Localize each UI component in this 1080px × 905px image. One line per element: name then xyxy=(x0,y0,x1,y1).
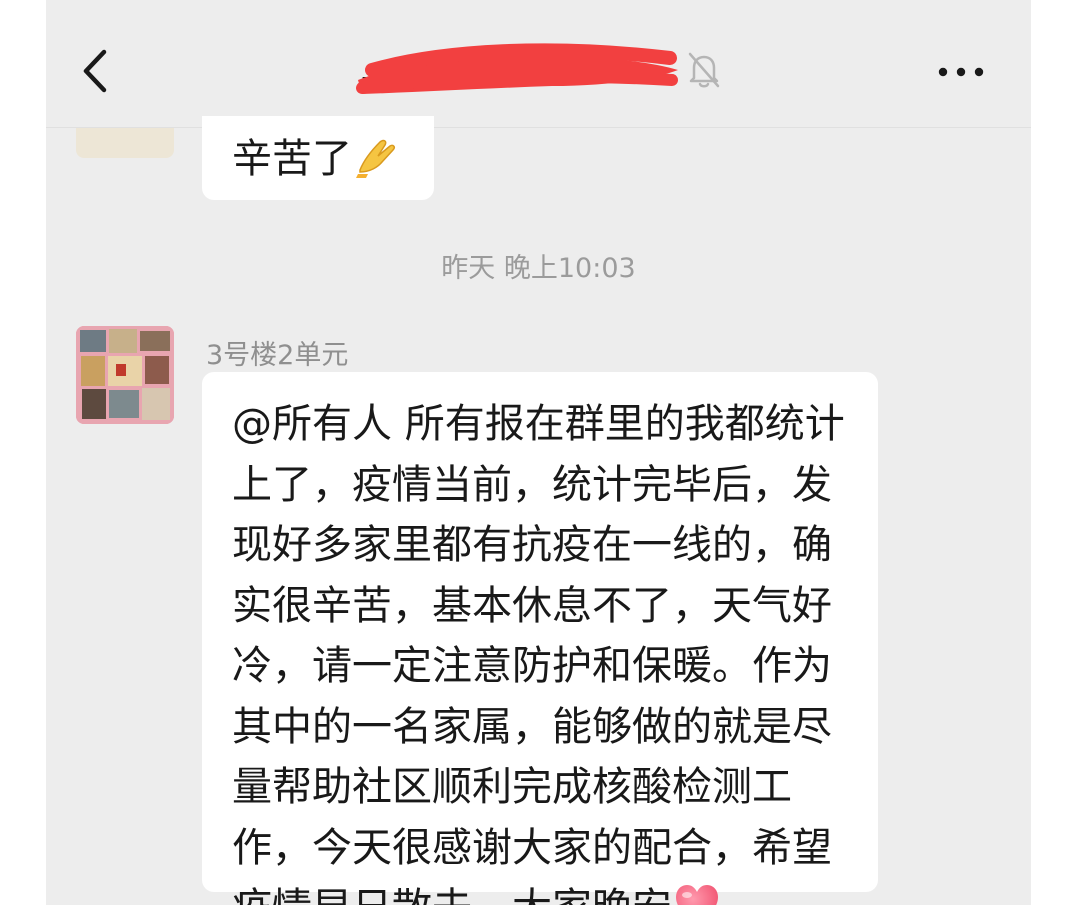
chat-header: … xyxy=(46,0,1031,128)
message-text: 辛苦了 xyxy=(232,136,352,182)
avatar[interactable] xyxy=(76,128,174,158)
message-line: @所有人 所有报在群里的我都统计 xyxy=(232,401,845,447)
message-text-wrap: 辛苦了 xyxy=(232,132,400,184)
sender-name: 3号楼2单元 xyxy=(206,340,349,371)
message-line: 作，今天很感谢大家的配合，希望 xyxy=(232,824,832,871)
message-bubble[interactable]: 辛苦了 xyxy=(202,116,434,200)
redaction-scribble xyxy=(356,43,678,94)
message-line: 实很辛苦，基本休息不了，天气好 xyxy=(232,582,832,629)
more-dots-icon[interactable] xyxy=(936,54,986,90)
message-line: 其中的一名家属，能够做的就是尽 xyxy=(232,703,832,750)
message-text: @所有人 所有报在群里的我都统计 上了，疫情当前，统计完毕后，发 现好多家里都有… xyxy=(232,394,845,905)
message-line-last: 疫情早日散去，大家晚安 xyxy=(232,878,845,905)
bell-muted-icon xyxy=(688,52,720,88)
avatar-collage-image xyxy=(76,326,174,424)
message-line: 上了，疫情当前，统计完毕后，发 xyxy=(232,461,832,508)
avatar[interactable] xyxy=(76,326,174,424)
chevron-left-icon[interactable] xyxy=(76,46,116,96)
message-bubble[interactable]: @所有人 所有报在群里的我都统计 上了，疫情当前，统计完毕后，发 现好多家里都有… xyxy=(202,372,878,905)
chat-title: … xyxy=(356,40,698,100)
message-line: 冷，请一定注意防护和保暖。作为 xyxy=(232,643,832,689)
chat-screen: … 辛苦了 昨天 晚上10:03 3号楼2单元 @所有人 所有报在群里的我都统计… xyxy=(46,0,1031,905)
pray-icon xyxy=(356,139,395,178)
heart-icon xyxy=(676,885,718,905)
message-line: 量帮助社区顺利完成核酸检测工 xyxy=(232,764,792,810)
header-divider xyxy=(46,127,1031,128)
timestamp: 昨天 晚上10:03 xyxy=(441,253,636,284)
message-line: 现好多家里都有抗疫在一线的，确 xyxy=(232,522,832,568)
message-line: 疫情早日散去，大家晚安 xyxy=(232,885,672,905)
